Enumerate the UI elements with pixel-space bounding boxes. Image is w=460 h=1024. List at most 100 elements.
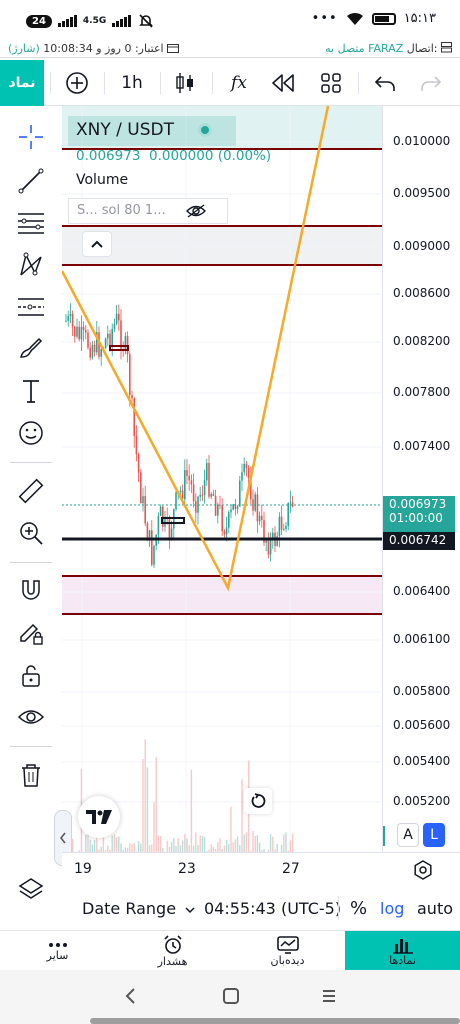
price-change-pct: (0.00%) <box>217 148 272 164</box>
volume-bar <box>96 837 98 852</box>
price-label: 0.010000 <box>393 134 451 148</box>
notification-count-badge: 24 <box>26 14 52 28</box>
volume-bar <box>291 833 294 852</box>
add-symbol-button[interactable] <box>60 60 94 106</box>
visibility-tool[interactable] <box>12 700 50 734</box>
volume-bar <box>137 841 140 852</box>
unlock-tool[interactable] <box>12 658 50 692</box>
nav-alerts[interactable]: هشدار <box>115 931 230 971</box>
candle-body <box>107 333 109 339</box>
candle-body <box>228 512 230 528</box>
home-button[interactable] <box>222 987 240 1009</box>
lock-drawing-tool[interactable] <box>12 616 50 650</box>
pattern-tool[interactable] <box>12 248 50 282</box>
price-label: 0.006400 <box>393 584 451 598</box>
volume-bar <box>151 844 153 852</box>
magnet-tool[interactable] <box>12 574 50 608</box>
candle-body <box>241 472 243 481</box>
measure-tool[interactable] <box>12 474 50 508</box>
remove-drawings-button[interactable] <box>12 758 50 792</box>
tradingview-logo[interactable] <box>78 796 120 838</box>
unlock-icon <box>22 665 40 687</box>
date-range-button[interactable]: Date Range <box>82 899 195 918</box>
candle-body <box>267 539 270 555</box>
trendline-tool[interactable] <box>12 164 50 198</box>
log-scale-button[interactable]: L <box>423 823 445 847</box>
symbol-title[interactable]: XNY / USDT <box>76 120 174 140</box>
volume-bar <box>170 842 173 852</box>
brush-tool[interactable] <box>12 332 50 366</box>
undo-button[interactable] <box>368 60 402 106</box>
volume-bar <box>201 835 204 852</box>
object-tree-button[interactable] <box>12 872 50 906</box>
brush-icon <box>20 337 43 358</box>
reset-chart-button[interactable] <box>244 788 272 814</box>
smiley-icon <box>19 421 43 445</box>
volume-bar <box>234 839 237 852</box>
rewind-icon <box>272 74 294 92</box>
legend-collapse-button[interactable] <box>82 231 112 257</box>
text-tool[interactable] <box>12 374 50 408</box>
chart-settings-button[interactable] <box>412 859 434 881</box>
candle-body <box>289 502 292 504</box>
chart-type-button[interactable] <box>168 60 202 106</box>
nav-symbols[interactable]: نمادها <box>345 931 460 971</box>
volume-bar <box>258 842 261 852</box>
bottom-controls: Date Range 04:55:43 (UTC-5) % log auto <box>62 886 460 930</box>
rotate-icon <box>251 793 266 808</box>
undo-icon <box>374 76 395 91</box>
candle-body <box>258 515 261 522</box>
fib-tool[interactable] <box>12 206 50 240</box>
bar-countdown: 01:00:00 <box>389 511 443 525</box>
timezone-button[interactable]: 04:55:43 (UTC-5) <box>204 899 341 918</box>
candle-body <box>71 313 74 327</box>
candle-body <box>291 502 294 507</box>
time-axis[interactable]: 19 23 27 <box>62 852 460 886</box>
chevron-left-icon <box>60 832 66 844</box>
indicator-legend[interactable]: S... sol 80 1... <box>68 198 228 224</box>
nav-watchlist[interactable]: دیده‌بان <box>230 931 345 971</box>
symbols-button[interactable]: نماد <box>0 60 44 106</box>
eye-off-icon[interactable] <box>185 203 207 219</box>
pencil-lock-icon <box>20 623 43 645</box>
replay-button[interactable] <box>266 60 300 106</box>
trash-icon <box>22 764 40 787</box>
volume-bar <box>219 838 221 852</box>
redo-button[interactable] <box>414 60 448 106</box>
volume-bar <box>89 839 91 852</box>
nav-more[interactable]: سایر <box>0 931 115 971</box>
candle-body <box>140 472 142 504</box>
indicators-label: fx <box>231 73 247 93</box>
percent-scale-button[interactable]: % <box>350 898 367 919</box>
layers-icon <box>18 878 44 899</box>
layouts-button[interactable] <box>314 60 348 106</box>
volume-bar <box>71 838 74 852</box>
last-price: 0.006973 <box>76 148 141 164</box>
magnet-icon <box>22 580 40 600</box>
log-toggle-button[interactable]: log <box>380 899 404 918</box>
volume-bar <box>197 845 199 852</box>
volume-bar <box>115 837 118 852</box>
forecast-tool[interactable] <box>12 290 50 324</box>
auto-scale-button[interactable]: A <box>397 823 419 847</box>
recents-button[interactable] <box>320 988 338 1008</box>
gesture-bar <box>90 1018 460 1024</box>
forecast-icon <box>18 298 44 316</box>
volume-bar <box>269 833 272 852</box>
volume-bar <box>225 839 228 852</box>
auto-toggle-button[interactable]: auto <box>417 899 453 918</box>
volume-label[interactable]: Volume <box>76 172 128 188</box>
volume-bar <box>142 758 144 852</box>
price-scale[interactable]: 0.010000 0.009500 0.009000 0.008600 0.00… <box>382 106 460 852</box>
back-button[interactable] <box>122 986 138 1010</box>
candle-body <box>192 484 195 502</box>
interval-button[interactable]: 1h <box>112 60 152 106</box>
alarm-clock-icon <box>163 934 182 954</box>
emoji-tool[interactable] <box>12 416 50 450</box>
candle-body <box>280 516 283 530</box>
crosshair-tool[interactable] <box>12 120 50 154</box>
zoom-tool[interactable] <box>12 516 50 550</box>
indicators-button[interactable]: fx <box>222 60 256 106</box>
volume-bar <box>236 836 239 852</box>
current-price-value: 0.006973 <box>389 497 447 511</box>
